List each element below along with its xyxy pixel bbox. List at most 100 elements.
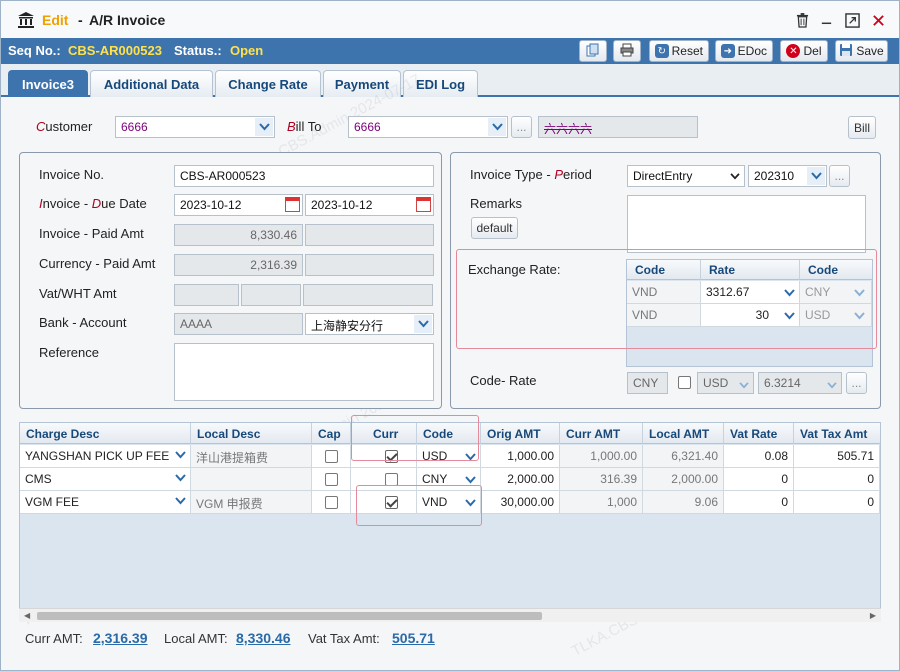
bill-button[interactable]: Bill — [848, 116, 876, 139]
save-label: Save — [856, 44, 884, 58]
curr-amt-value[interactable]: 2,316.39 — [93, 630, 148, 646]
exchange-row-code-to[interactable]: USD — [800, 304, 872, 327]
billto-value: 6666 — [354, 120, 381, 134]
curr-checkbox[interactable] — [385, 496, 398, 509]
tab-change-rate[interactable]: Change Rate — [215, 70, 321, 97]
chevron-down-icon[interactable] — [255, 118, 273, 136]
code-rate-code-field: CNY — [627, 372, 668, 394]
chevron-down-icon[interactable] — [465, 473, 476, 487]
scroll-left-icon[interactable]: ◀ — [24, 611, 30, 620]
chevron-down-icon[interactable] — [465, 450, 476, 464]
code-value: USD — [422, 449, 448, 463]
table-row-orig-amt[interactable]: 2,000.00 — [481, 468, 560, 491]
tab-payment[interactable]: Payment — [323, 70, 401, 97]
col-vat-tax-amt[interactable]: Vat Tax Amt — [794, 423, 880, 444]
code-rate-lookup-button[interactable]: ... — [846, 372, 867, 394]
billto-select[interactable]: 6666 — [348, 116, 508, 138]
col-charge-desc[interactable]: Charge Desc — [20, 423, 191, 444]
table-row-orig-amt[interactable]: 1,000.00 — [481, 445, 560, 468]
col-curr-amt[interactable]: Curr AMT — [560, 423, 643, 444]
reset-button[interactable]: ↻ Reset — [649, 40, 709, 62]
curr-checkbox[interactable] — [385, 473, 398, 486]
table-row-charge[interactable]: VGM FEE — [20, 491, 191, 514]
period-lookup-button[interactable]: ... — [829, 165, 850, 187]
chevron-down-icon[interactable] — [171, 492, 189, 510]
curr-checkbox[interactable] — [385, 450, 398, 463]
period-select[interactable]: 202310 — [748, 165, 827, 187]
exchange-row-rate[interactable]: 3312.67 — [701, 281, 800, 304]
scroll-right-icon[interactable]: ▶ — [870, 611, 876, 620]
reference-textarea[interactable] — [174, 343, 434, 401]
close-icon[interactable] — [869, 11, 887, 29]
exchange-row-code: VND — [627, 281, 701, 304]
vat-tax-amt-value[interactable]: 505.71 — [392, 630, 435, 646]
save-button[interactable]: Save — [835, 40, 888, 62]
billto-lookup-button[interactable]: ... — [511, 116, 532, 138]
table-row-charge[interactable]: CMS — [20, 468, 191, 491]
edoc-button[interactable]: ➜ EDoc — [715, 40, 773, 62]
delete-button[interactable]: ✕ Del — [780, 40, 828, 62]
calendar-icon[interactable] — [416, 197, 431, 212]
col-local-amt[interactable]: Local AMT — [643, 423, 724, 444]
code-rate-value-select[interactable]: 6.3214 — [758, 372, 842, 394]
col-vat-rate[interactable]: Vat Rate — [724, 423, 794, 444]
invoice-date-field[interactable]: 2023-10-12 — [174, 194, 303, 216]
remarks-textarea[interactable] — [627, 195, 866, 253]
tab-invoice3[interactable]: Invoice3 — [8, 70, 88, 97]
chevron-down-icon[interactable] — [854, 309, 865, 323]
trash-icon[interactable] — [793, 11, 811, 29]
col-orig-amt[interactable]: Orig AMT — [481, 423, 560, 444]
account-select[interactable]: 上海静安分行 — [305, 313, 434, 335]
chevron-down-icon[interactable] — [827, 378, 837, 392]
invoice-type-select[interactable]: DirectEntry — [627, 165, 745, 187]
table-row-code[interactable]: VND — [417, 491, 481, 514]
chevron-down-icon[interactable] — [488, 118, 506, 136]
chevron-down-icon[interactable] — [465, 496, 476, 510]
chevron-down-icon[interactable] — [784, 286, 795, 300]
table-row-vat-rate[interactable]: 0 — [724, 468, 794, 491]
col-curr[interactable]: Curr — [351, 423, 417, 444]
col-code[interactable]: Code — [417, 423, 481, 444]
table-row-vat-rate[interactable]: 0 — [724, 491, 794, 514]
minimize-icon[interactable] — [817, 11, 835, 29]
chevron-down-icon[interactable] — [739, 378, 749, 392]
default-button[interactable]: default — [471, 217, 518, 239]
chevron-down-icon[interactable] — [171, 446, 189, 464]
code-rate-checkbox[interactable] — [678, 376, 691, 389]
table-row-curr — [351, 491, 417, 514]
due-date-field[interactable]: 2023-10-12 — [305, 194, 434, 216]
customer-select[interactable]: 6666 — [115, 116, 275, 138]
tab-edi-log[interactable]: EDI Log — [403, 70, 478, 97]
currency-paid-field — [305, 254, 434, 276]
copy-button[interactable] — [579, 40, 607, 62]
chevron-down-icon[interactable] — [414, 315, 432, 333]
table-row-charge[interactable]: YANGSHAN PICK UP FEE — [20, 445, 191, 468]
chevron-down-icon[interactable] — [807, 167, 825, 185]
calendar-icon[interactable] — [285, 197, 300, 212]
col-local-desc[interactable]: Local Desc — [191, 423, 312, 444]
chevron-down-icon[interactable] — [854, 286, 865, 300]
cap-checkbox[interactable] — [325, 473, 338, 486]
scrollbar-thumb[interactable] — [37, 612, 542, 620]
print-button[interactable] — [613, 40, 641, 62]
exchange-row-rate[interactable]: 30 — [701, 304, 800, 327]
table-row-code[interactable]: USD — [417, 445, 481, 468]
table-row-code[interactable]: CNY — [417, 468, 481, 491]
chevron-down-icon[interactable] — [171, 469, 189, 487]
cap-checkbox[interactable] — [325, 450, 338, 463]
col-cap[interactable]: Cap — [312, 423, 351, 444]
billto-name-field: 六六六六 — [538, 116, 698, 138]
local-amt-value[interactable]: 8,330.46 — [236, 630, 291, 646]
cap-checkbox[interactable] — [325, 496, 338, 509]
chevron-down-icon[interactable] — [730, 169, 740, 183]
tab-additional-data[interactable]: Additional Data — [90, 70, 213, 97]
table-row-vat-rate[interactable]: 0.08 — [724, 445, 794, 468]
seq-label: Seq No.: — [8, 43, 61, 58]
maximize-icon[interactable] — [843, 11, 861, 29]
horizontal-scrollbar[interactable]: ◀ ▶ — [19, 608, 881, 622]
chevron-down-icon[interactable] — [784, 309, 795, 323]
invoice-no-field[interactable]: CBS-AR000523 — [174, 165, 434, 187]
table-row-orig-amt[interactable]: 30,000.00 — [481, 491, 560, 514]
exchange-row-code-to[interactable]: CNY — [800, 281, 872, 304]
code-rate-currency-select[interactable]: USD — [697, 372, 754, 394]
